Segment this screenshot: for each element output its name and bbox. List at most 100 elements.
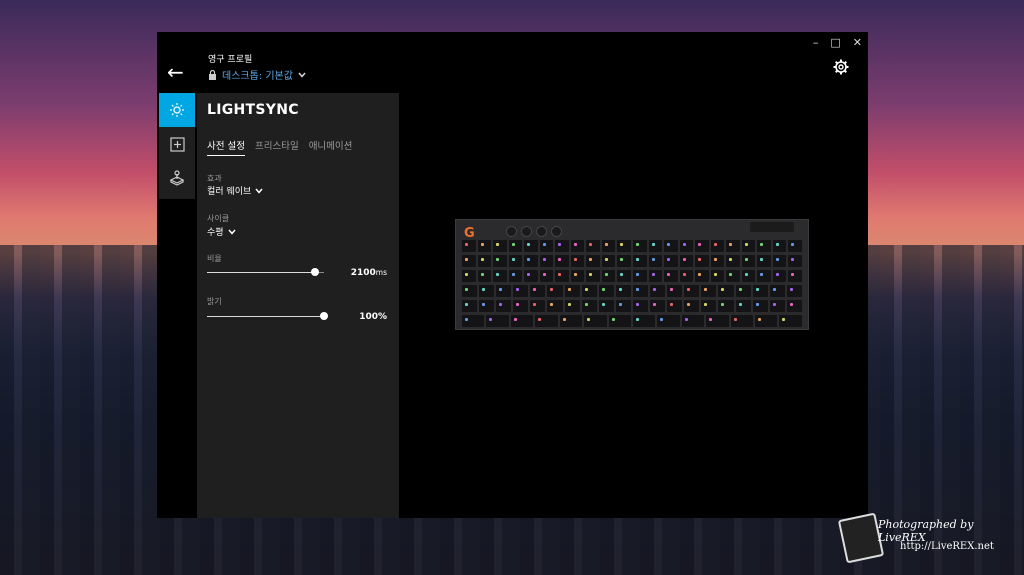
key	[555, 240, 569, 252]
key	[493, 240, 507, 252]
close-button[interactable]: ✕	[853, 36, 862, 49]
key	[769, 285, 785, 297]
key	[508, 255, 523, 267]
tab-animations[interactable]: 애니메이션	[309, 138, 353, 156]
key	[757, 255, 771, 267]
key	[772, 255, 787, 267]
key	[648, 270, 663, 282]
key	[615, 285, 631, 297]
key	[701, 285, 717, 297]
key	[539, 270, 554, 282]
sidebar-item-assignments[interactable]	[159, 127, 195, 161]
tab-freestyle[interactable]: 프리스타일	[255, 138, 299, 156]
key	[741, 270, 756, 282]
key	[539, 240, 554, 252]
key	[769, 300, 785, 312]
key	[513, 300, 529, 312]
brightness-value: 100%	[359, 312, 387, 322]
key	[667, 285, 683, 297]
key	[547, 300, 563, 312]
key	[462, 240, 476, 252]
key	[524, 240, 538, 252]
key	[547, 285, 563, 297]
effect-label: 효과	[207, 174, 222, 183]
rate-slider-handle[interactable]	[310, 268, 319, 276]
rate-value: 2100ms	[350, 268, 387, 278]
key	[617, 255, 632, 267]
profile-selector[interactable]: 데스크톱: 기본값	[208, 67, 306, 82]
key	[710, 240, 725, 252]
key	[681, 315, 705, 327]
key-row	[462, 315, 802, 327]
rate-slider[interactable]	[207, 268, 324, 278]
key	[684, 285, 700, 297]
key	[633, 255, 647, 267]
key	[513, 285, 529, 297]
key	[555, 255, 569, 267]
key-grid	[462, 240, 803, 327]
key	[786, 285, 802, 297]
sidebar-item-lightsync[interactable]	[159, 93, 195, 127]
direction-dropdown[interactable]: 수평	[207, 225, 236, 238]
key	[757, 240, 771, 252]
key	[486, 315, 509, 327]
key	[601, 240, 616, 252]
back-arrow-button[interactable]: ←	[167, 60, 184, 84]
key	[726, 270, 740, 282]
key	[679, 255, 694, 267]
key	[601, 270, 616, 282]
minimize-button[interactable]: –	[813, 36, 819, 49]
key	[786, 300, 802, 312]
volume-roller	[750, 222, 794, 232]
key	[735, 285, 751, 297]
brightness-slider-handle[interactable]	[320, 312, 328, 320]
key	[772, 270, 787, 282]
key	[570, 255, 585, 267]
key	[535, 315, 558, 327]
key	[657, 315, 680, 327]
settings-gear-icon[interactable]	[833, 59, 849, 75]
effect-dropdown[interactable]: 컬러 웨이브	[207, 184, 263, 197]
key	[493, 270, 507, 282]
key	[741, 240, 756, 252]
key	[650, 285, 666, 297]
keyboard-preview: G	[455, 219, 809, 330]
sidebar-item-game-mode[interactable]	[159, 161, 195, 195]
key	[570, 240, 585, 252]
key	[598, 300, 614, 312]
key	[667, 300, 683, 312]
key	[586, 255, 600, 267]
key	[788, 240, 803, 252]
key	[479, 285, 495, 297]
key	[650, 300, 666, 312]
key	[477, 240, 492, 252]
profile-value: 데스크톱: 기본값	[222, 71, 293, 82]
key	[559, 315, 583, 327]
effect-value: 컬러 웨이브	[207, 187, 252, 197]
brightness-slider[interactable]	[207, 312, 328, 322]
chevron-down-icon	[298, 72, 306, 78]
key	[752, 300, 768, 312]
key	[684, 300, 700, 312]
sidebar	[159, 93, 195, 199]
key	[648, 255, 663, 267]
direction-label: 사이클	[207, 214, 230, 223]
key	[462, 315, 485, 327]
key	[726, 255, 740, 267]
key	[664, 240, 678, 252]
key	[617, 270, 632, 282]
key	[633, 270, 647, 282]
key	[695, 240, 709, 252]
key	[496, 300, 512, 312]
maximize-button[interactable]: □	[830, 36, 840, 49]
profile-heading: 영구 프로필	[208, 55, 253, 65]
key	[695, 255, 709, 267]
key	[788, 270, 803, 282]
key	[679, 240, 694, 252]
key	[755, 315, 778, 327]
key	[493, 255, 507, 267]
tab-presets[interactable]: 사전 설정	[207, 138, 245, 156]
key	[726, 240, 740, 252]
key	[772, 240, 787, 252]
key-row	[462, 255, 803, 267]
